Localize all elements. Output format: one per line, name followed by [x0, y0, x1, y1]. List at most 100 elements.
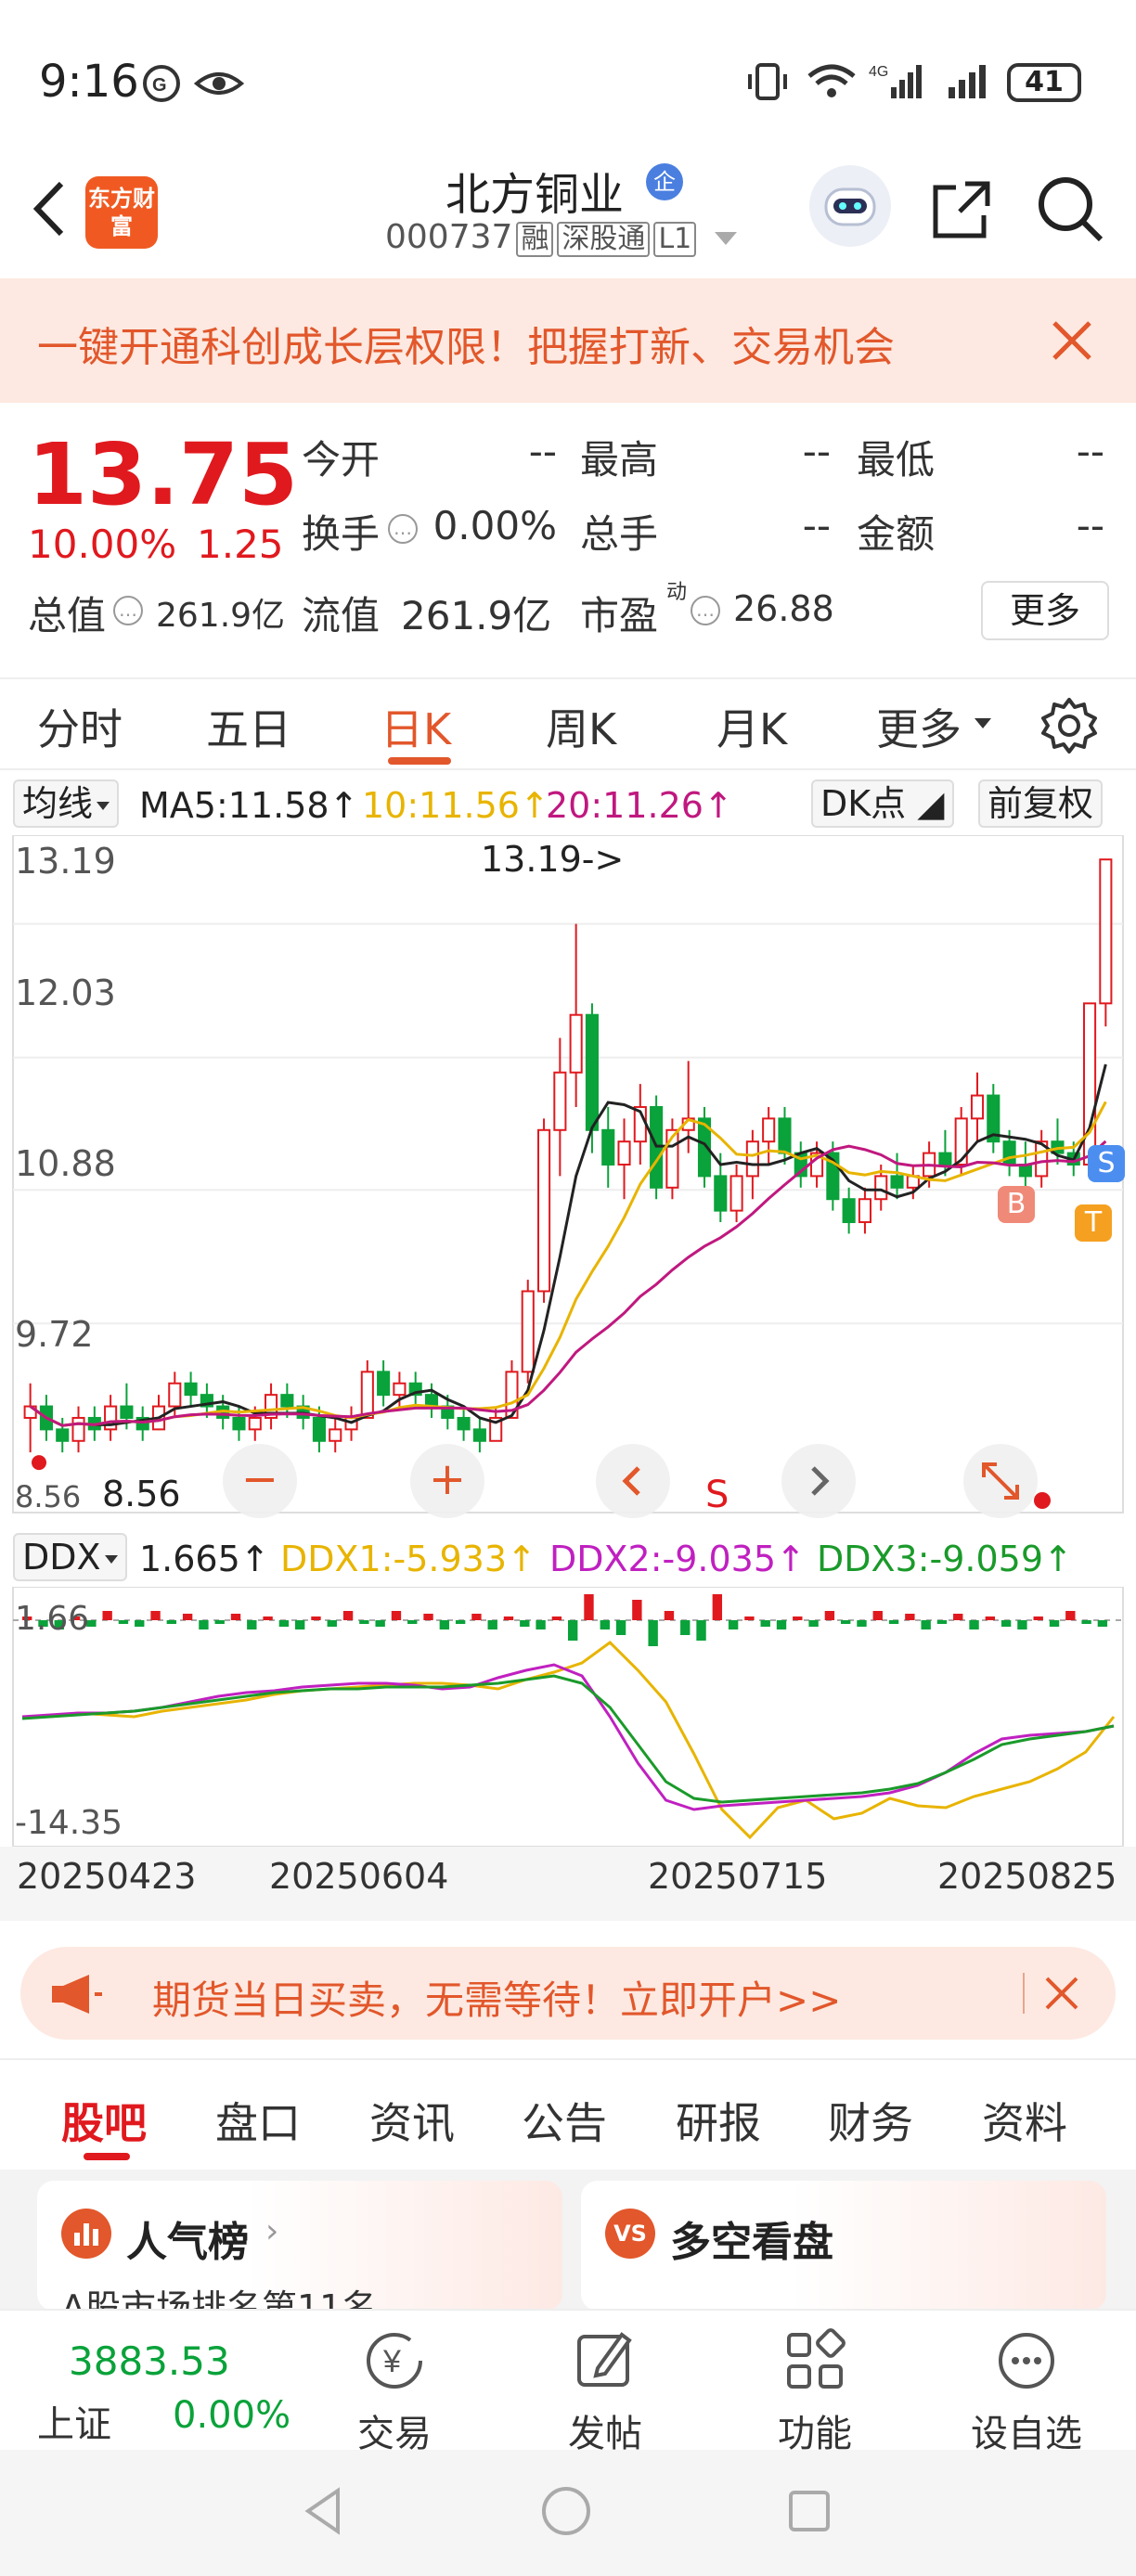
- ddx-bar: [295, 1620, 305, 1629]
- signal-icon: [947, 63, 993, 100]
- ddx-bar: [471, 1614, 482, 1620]
- value-volume: --: [802, 503, 831, 548]
- more-button[interactable]: 更多: [981, 581, 1109, 640]
- ddx-bar: [503, 1616, 514, 1620]
- adjustment-button[interactable]: 前复权: [978, 779, 1104, 828]
- candle-body: [601, 1128, 615, 1166]
- promo-text[interactable]: 期货当日买卖，无需等待！立即开户>>: [152, 1969, 841, 2026]
- zoom-in-button[interactable]: +: [410, 1444, 484, 1518]
- app-logo[interactable]: 东方财富: [85, 176, 158, 249]
- close-icon[interactable]: [1041, 1973, 1082, 2014]
- banner-text[interactable]: 一键开通科创成长层权限！把握打新、交易机会: [37, 314, 895, 373]
- tab-research[interactable]: 研报: [676, 2090, 761, 2151]
- stock-code-line: 000737 融深股通 L1: [385, 218, 737, 257]
- tab-weekly-k[interactable]: 周K: [546, 696, 616, 757]
- date-label: 20250825: [937, 1856, 1117, 1897]
- tab-forum[interactable]: 股吧: [61, 2090, 147, 2151]
- next-button[interactable]: [781, 1444, 856, 1518]
- ddx-bar: [728, 1620, 739, 1629]
- ddx-bar: [664, 1611, 675, 1620]
- ddx-bar: [776, 1620, 787, 1629]
- tab-intraday[interactable]: 分时: [37, 696, 123, 757]
- tab-more[interactable]: 更多: [876, 696, 962, 757]
- index-name[interactable]: 上证: [37, 2394, 111, 2448]
- tab-orderbook[interactable]: 盘口: [215, 2090, 301, 2151]
- ddx-bar: [841, 1620, 851, 1624]
- nav-back-icon[interactable]: [297, 2483, 353, 2539]
- tag-connect: 深股通: [557, 222, 651, 257]
- ddx-bar: [808, 1620, 819, 1627]
- ddx-bar: [1033, 1616, 1043, 1620]
- ddx-bar: [407, 1620, 418, 1624]
- k-line-svg[interactable]: [0, 834, 1136, 1531]
- post-button[interactable]: 发帖: [540, 2327, 670, 2457]
- ddx-bar: [359, 1620, 369, 1624]
- zoom-out-button[interactable]: −: [223, 1444, 297, 1518]
- nav-recents-icon[interactable]: [781, 2483, 837, 2539]
- ddx-bar: [936, 1620, 948, 1624]
- search-icon[interactable]: [1036, 174, 1106, 245]
- info-icon[interactable]: …: [113, 596, 143, 625]
- info-icon[interactable]: …: [388, 514, 418, 544]
- tab-daily-k[interactable]: 日K: [381, 696, 451, 757]
- ddx-bar: [118, 1620, 129, 1624]
- ddx-chart[interactable]: 1.66 -14.35: [0, 1586, 1136, 1848]
- ddx-bar: [584, 1594, 594, 1620]
- futures-promo[interactable]: 期货当日买卖，无需等待！立即开户>>: [20, 1947, 1116, 2040]
- k-line-chart[interactable]: 13.19 12.03 10.88 9.72 8.56 13.19-> 8.56…: [0, 834, 1136, 1531]
- ddx-top-label: 1.66: [15, 1600, 90, 1638]
- tab-announcements[interactable]: 公告: [522, 2090, 607, 2151]
- vs-icon: VS: [605, 2209, 655, 2259]
- prev-button[interactable]: [596, 1444, 670, 1518]
- ddx-bar: [135, 1620, 145, 1627]
- ddx-bar: [150, 1611, 161, 1620]
- fullscreen-button[interactable]: [963, 1444, 1038, 1518]
- y-tick-label: 10.88: [15, 1143, 116, 1184]
- caret-down-icon[interactable]: [975, 718, 991, 728]
- tab-profile[interactable]: 资料: [982, 2090, 1067, 2151]
- tab-finance[interactable]: 财务: [828, 2090, 913, 2151]
- ddx-bar: [487, 1620, 497, 1629]
- tab-monthly-k[interactable]: 月K: [716, 696, 787, 757]
- share-icon[interactable]: [928, 176, 995, 243]
- date-label: 20250604: [269, 1856, 449, 1897]
- candle-body: [890, 1175, 904, 1189]
- ddx-bar: [680, 1620, 691, 1635]
- ddx-bar: [1081, 1620, 1091, 1624]
- value-total-cap: 261.9亿: [156, 597, 286, 635]
- gear-icon[interactable]: [1039, 696, 1099, 755]
- y-tick-label: 13.19: [15, 841, 116, 882]
- features-button[interactable]: 功能: [750, 2327, 880, 2457]
- index-change[interactable]: 0.00%: [173, 2394, 290, 2437]
- ddx-bar: [166, 1620, 177, 1624]
- candle-body: [120, 1405, 134, 1419]
- promo-banner[interactable]: 一键开通科创成长层权限！把握打新、交易机会: [0, 278, 1136, 403]
- candle-body: [553, 1071, 567, 1131]
- ddx-bar: [342, 1611, 354, 1620]
- popularity-card[interactable]: 人气榜 › A股市场排名第11名: [37, 2181, 562, 2311]
- nav-home-icon[interactable]: [538, 2483, 594, 2539]
- label-amount: 金额: [857, 511, 936, 557]
- candle-body: [377, 1371, 391, 1397]
- ma-selector[interactable]: 均线: [13, 779, 120, 828]
- label-low: 最低: [857, 437, 936, 483]
- robot-assistant-icon[interactable]: [809, 165, 891, 247]
- dk-point-button[interactable]: DK点 ◢: [811, 779, 954, 828]
- ddx-selector[interactable]: DDX: [13, 1533, 127, 1581]
- close-icon[interactable]: [1049, 317, 1095, 364]
- candle-body: [521, 1290, 535, 1373]
- tab-news[interactable]: 资讯: [369, 2090, 455, 2151]
- index-value[interactable]: 3883.53: [69, 2338, 230, 2384]
- value-low: --: [1076, 429, 1104, 474]
- back-icon[interactable]: [26, 176, 72, 241]
- info-icon[interactable]: …: [691, 596, 720, 625]
- tag-level[interactable]: L1: [653, 222, 697, 257]
- dropdown-icon[interactable]: [714, 232, 737, 245]
- tab-five-day[interactable]: 五日: [206, 696, 291, 757]
- value-turnover: 0.00%: [432, 503, 557, 548]
- ddx-bar: [744, 1616, 755, 1620]
- long-short-card[interactable]: VS 多空看盘: [581, 2181, 1106, 2311]
- active-subtab-indicator: [84, 2153, 130, 2160]
- trade-button[interactable]: ¥ 交易: [329, 2327, 459, 2457]
- add-watchlist-button[interactable]: 设自选: [962, 2327, 1091, 2457]
